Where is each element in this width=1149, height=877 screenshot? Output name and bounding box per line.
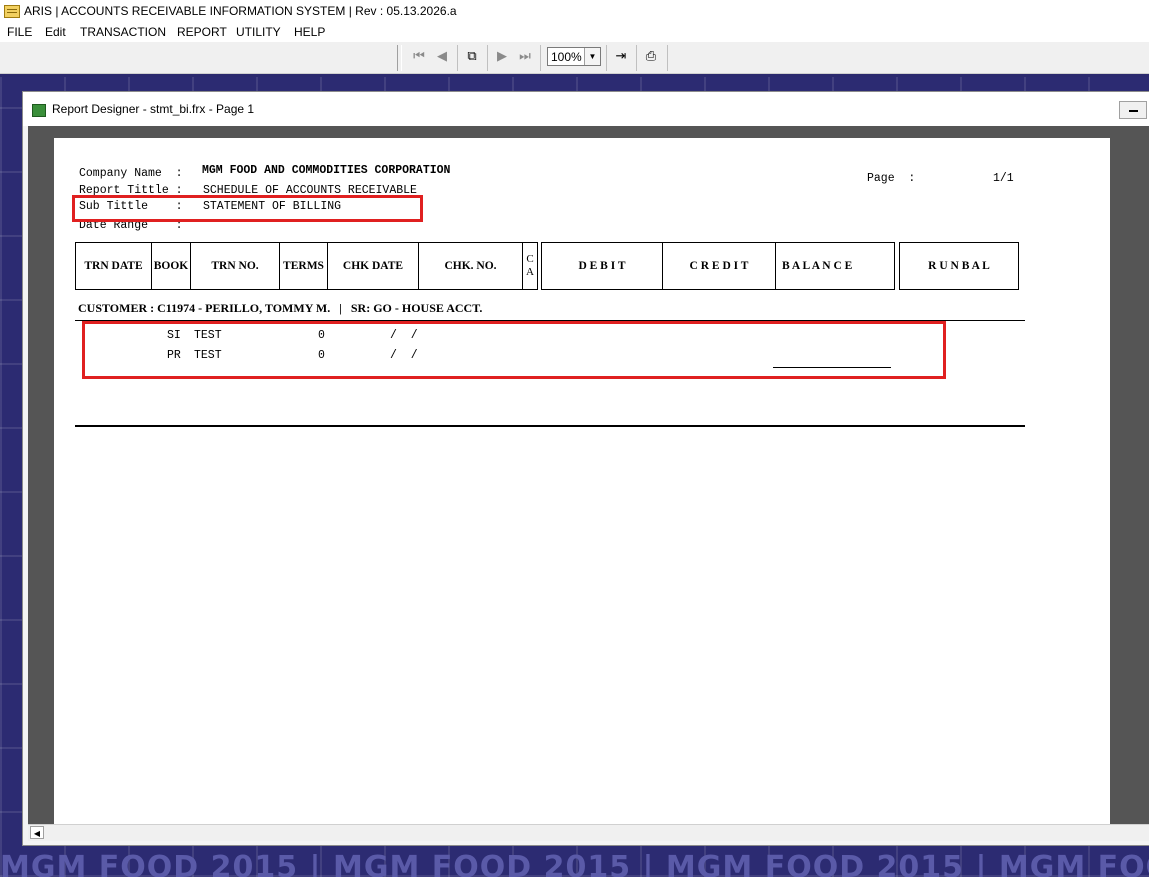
desktop-watermark: MGM FOOD 2015 | MGM FOOD 2015 | MGM FOOD… bbox=[0, 850, 1149, 877]
toolbar-separator bbox=[606, 45, 607, 71]
col-ca: C A bbox=[522, 242, 538, 290]
zoom-value: 100% bbox=[551, 50, 582, 64]
first-page-icon[interactable]: ⏮ bbox=[409, 47, 429, 67]
chevron-down-icon[interactable]: ▼ bbox=[584, 48, 600, 65]
col-credit: C R E D I T bbox=[662, 242, 776, 290]
col-trn-no: TRN NO. bbox=[190, 242, 280, 290]
menu-report[interactable]: REPORT bbox=[177, 23, 227, 42]
highlight-detail-rows bbox=[82, 321, 946, 379]
menu-help[interactable]: HELP bbox=[294, 23, 325, 42]
menu-edit[interactable]: Edit bbox=[45, 23, 66, 42]
close-preview-icon[interactable]: ⇥ bbox=[611, 47, 631, 67]
horizontal-scrollbar[interactable]: ◀ bbox=[28, 824, 1149, 841]
col-balance: B A L A N C E bbox=[775, 242, 895, 290]
last-page-icon[interactable]: ⏭ bbox=[515, 47, 535, 67]
col-book: BOOK bbox=[151, 242, 191, 290]
menu-transaction[interactable]: TRANSACTION bbox=[80, 23, 166, 42]
child-title: Report Designer - stmt_bi.frx - Page 1 bbox=[52, 102, 255, 116]
col-trn-date: TRN DATE bbox=[75, 242, 152, 290]
next-page-icon[interactable]: ▶ bbox=[492, 47, 512, 67]
multi-page-icon[interactable]: ⧉ bbox=[462, 47, 482, 67]
page-number: 1/1 bbox=[993, 172, 1014, 185]
col-chk-date: CHK DATE bbox=[327, 242, 419, 290]
highlight-sub-title bbox=[72, 195, 423, 222]
col-chk-no: CHK. NO. bbox=[418, 242, 523, 290]
col-terms: TERMS bbox=[279, 242, 328, 290]
report-icon bbox=[32, 104, 46, 117]
scroll-left-icon[interactable]: ◀ bbox=[30, 826, 44, 839]
app-icon bbox=[4, 5, 20, 18]
child-titlebar: Report Designer - stmt_bi.frx - Page 1 bbox=[23, 92, 1149, 126]
toolbar-grip[interactable] bbox=[397, 45, 402, 71]
toolbar-separator bbox=[667, 45, 668, 71]
app-titlebar: ARIS | ACCOUNTS RECEIVABLE INFORMATION S… bbox=[0, 0, 1149, 23]
toolbar-separator bbox=[457, 45, 458, 71]
toolbar-separator bbox=[540, 45, 541, 71]
company-name-value: MGM FOOD AND COMMODITIES CORPORATION bbox=[202, 164, 451, 177]
toolbar-separator bbox=[636, 45, 637, 71]
report-footer-line bbox=[75, 425, 1025, 427]
col-debit: D E B I T bbox=[541, 242, 663, 290]
previous-page-icon[interactable]: ◀ bbox=[432, 47, 452, 67]
zoom-select[interactable]: 100% ▼ bbox=[547, 47, 601, 66]
company-name-label: Company Name : bbox=[79, 167, 183, 180]
menu-file[interactable]: FILE bbox=[7, 23, 32, 42]
customer-line: CUSTOMER : C11974 - PERILLO, TOMMY M. | … bbox=[78, 301, 483, 315]
report-page: Company Name : MGM FOOD AND COMMODITIES … bbox=[54, 138, 1110, 824]
menu-bar: FILE Edit TRANSACTION REPORT UTILITY HEL… bbox=[0, 23, 1149, 42]
page-label: Page : bbox=[867, 172, 916, 185]
app-title: ARIS | ACCOUNTS RECEIVABLE INFORMATION S… bbox=[24, 4, 457, 18]
toolbar-separator bbox=[487, 45, 488, 71]
print-icon[interactable]: ⎙ bbox=[641, 47, 661, 67]
menu-utility[interactable]: UTILITY bbox=[236, 23, 281, 42]
col-runbal: R U N B A L bbox=[899, 242, 1019, 290]
minimize-button[interactable] bbox=[1119, 101, 1147, 119]
